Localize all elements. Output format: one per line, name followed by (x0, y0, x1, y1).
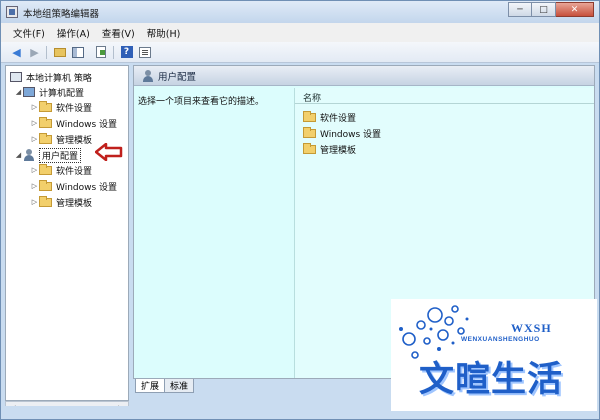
back-arrow-icon: ◀ (12, 45, 21, 59)
minimize-button[interactable]: ─ (508, 2, 532, 17)
tab-extended[interactable]: 扩展 (135, 379, 166, 393)
close-icon: ✕ (570, 4, 579, 15)
tree-item-label: 管理模板 (56, 135, 93, 146)
tree-item-label: 用户配置 (39, 147, 82, 163)
tree-item-label: 管理模板 (56, 198, 93, 209)
tree-item-software-settings[interactable]: ▷ 软件设置 (30, 100, 92, 114)
title-bar[interactable]: 本地组策略编辑器 ─ □ ✕ (1, 1, 599, 23)
console-tree[interactable]: 本地计算机 策略 ◢ 计算机配置 ▷ 软件设置 ▷ Windows 设置 ▷ 管… (5, 65, 129, 401)
tree-item-root[interactable]: 本地计算机 策略 (10, 70, 92, 84)
folder-icon (39, 195, 52, 207)
forward-button[interactable]: ▶ (27, 45, 42, 59)
menu-action[interactable]: 操作(A) (57, 26, 90, 40)
export-list-button[interactable] (93, 45, 108, 59)
help-button[interactable]: ? (119, 45, 134, 59)
tree-item-software-settings[interactable]: ▷ 软件设置 (30, 163, 92, 177)
up-level-button[interactable] (52, 45, 67, 59)
tree-item-label: Windows 设置 (56, 182, 118, 193)
folder-icon (303, 142, 316, 154)
app-window: 本地组策略编辑器 ─ □ ✕ 文件(F) 操作(A) 查看(V) 帮助(H) ◀… (0, 0, 600, 420)
tree-item-label: 计算机配置 (39, 88, 85, 99)
computer-icon (23, 87, 35, 97)
expand-arrow-icon[interactable]: ◢ (14, 88, 23, 96)
user-icon (23, 149, 35, 161)
toolbar-separator (46, 46, 47, 59)
window-title: 本地组策略编辑器 (23, 9, 100, 20)
folder-icon (39, 132, 52, 144)
red-pointer-arrow-icon (95, 143, 123, 161)
description-text: 选择一个项目来查看它的描述。 (138, 97, 265, 107)
window-controls: ─ □ ✕ (508, 2, 594, 18)
collapse-arrow-icon[interactable]: ▷ (30, 119, 39, 127)
close-button[interactable]: ✕ (556, 2, 594, 17)
minimize-icon: ─ (517, 4, 523, 15)
tree-item-admin-templates[interactable]: ▷ 管理模板 (30, 195, 92, 209)
tree-item-label: Windows 设置 (56, 119, 118, 130)
export-icon (95, 46, 106, 58)
list-item-label: 软件设置 (320, 113, 357, 124)
tab-standard[interactable]: 标准 (165, 379, 195, 393)
folder-icon (303, 110, 316, 122)
list-item[interactable]: Windows 设置 (303, 126, 381, 140)
folder-icon (303, 126, 316, 138)
column-header-name[interactable]: 名称 (295, 88, 594, 104)
tree-item-computer-config[interactable]: ◢ 计算机配置 (14, 85, 84, 99)
collapse-arrow-icon[interactable]: ▷ (30, 198, 39, 206)
maximize-icon: □ (539, 4, 548, 15)
tree-item-admin-templates[interactable]: ▷ 管理模板 (30, 132, 92, 146)
tree-item-label: 本地计算机 策略 (26, 73, 92, 84)
tree-item-label: 软件设置 (56, 166, 93, 177)
folder-icon (39, 100, 52, 112)
forward-arrow-icon: ▶ (30, 45, 39, 59)
watermark-romanized: WENXUANSHENGHUO (461, 336, 540, 343)
expand-arrow-icon[interactable]: ◢ (14, 151, 23, 159)
back-button[interactable]: ◀ (9, 45, 24, 59)
details-header: 用户配置 (134, 66, 594, 86)
console-tree-icon (71, 46, 84, 58)
maximize-button[interactable]: □ (532, 2, 556, 17)
menu-bar: 文件(F) 操作(A) 查看(V) 帮助(H) (1, 23, 599, 42)
collapse-arrow-icon[interactable]: ▷ (30, 166, 39, 174)
collapse-arrow-icon[interactable]: ▷ (30, 182, 39, 190)
folder-up-icon (53, 47, 66, 57)
tree-item-windows-settings[interactable]: ▷ Windows 设置 (30, 116, 117, 130)
tree-item-user-config[interactable]: ◢ 用户配置 (14, 147, 82, 163)
watermark-initials: WXSH (511, 321, 552, 335)
help-icon: ? (120, 46, 133, 58)
menu-help[interactable]: 帮助(H) (147, 26, 181, 40)
properties-button[interactable] (137, 45, 152, 59)
user-icon (142, 69, 154, 82)
watermark-title: 文暄生活 (419, 360, 564, 400)
tree-item-windows-settings[interactable]: ▷ Windows 设置 (30, 179, 117, 193)
toolbar-separator (113, 46, 114, 59)
toolbar: ◀ ▶ ? (1, 42, 599, 63)
watermark-logo: WXSH WENXUANSHENGHUO 文暄生活 (391, 299, 597, 411)
properties-icon (138, 46, 151, 58)
list-item-label: Windows 设置 (320, 129, 382, 140)
policy-icon (10, 72, 22, 82)
collapse-arrow-icon[interactable]: ▷ (30, 135, 39, 143)
list-item[interactable]: 软件设置 (303, 110, 356, 124)
details-title: 用户配置 (158, 71, 197, 83)
tree-item-label: 软件设置 (56, 103, 93, 114)
list-item[interactable]: 管理模板 (303, 142, 356, 156)
menu-view[interactable]: 查看(V) (102, 26, 135, 40)
folder-icon (39, 163, 52, 175)
folder-icon (39, 116, 52, 128)
folder-icon (39, 179, 52, 191)
app-icon (6, 6, 18, 18)
menu-file[interactable]: 文件(F) (13, 26, 45, 40)
show-hide-tree-button[interactable] (70, 45, 85, 59)
list-item-label: 管理模板 (320, 145, 357, 156)
collapse-arrow-icon[interactable]: ▷ (30, 103, 39, 111)
